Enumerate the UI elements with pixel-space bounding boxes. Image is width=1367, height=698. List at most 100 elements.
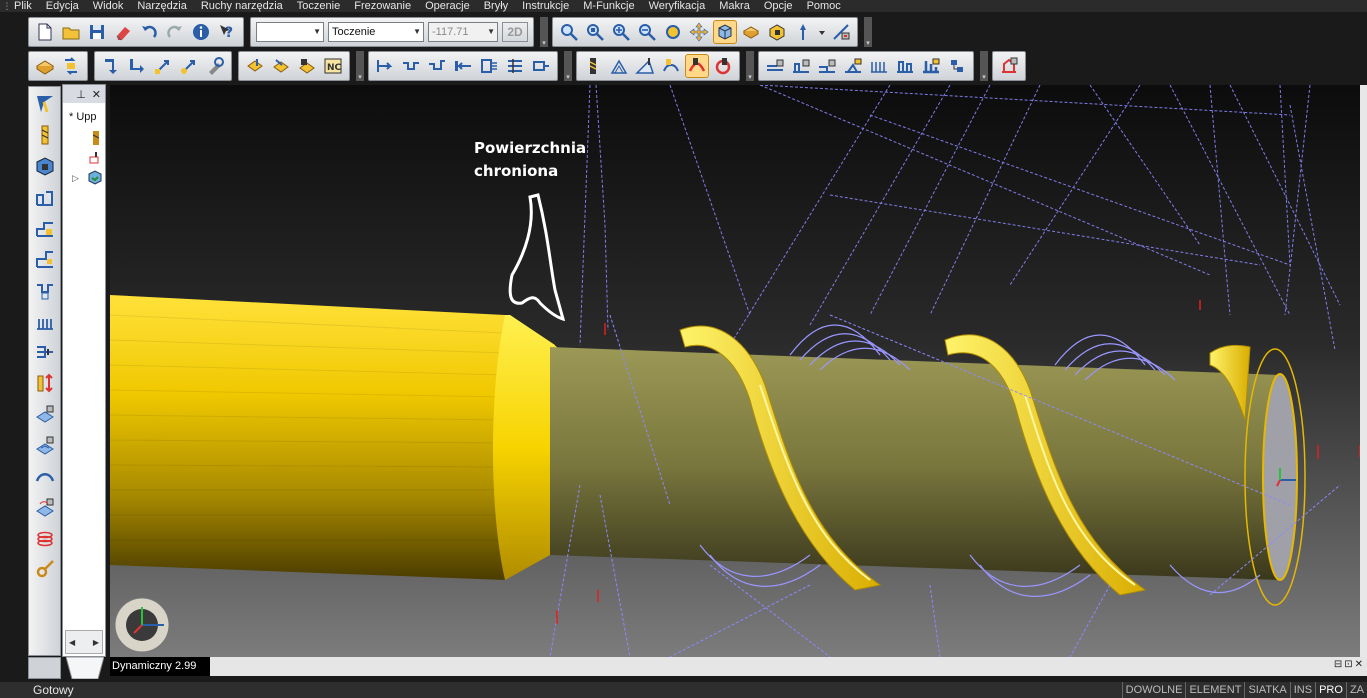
feed-right-icon[interactable] bbox=[125, 54, 149, 78]
menu-edycja[interactable]: Edycja bbox=[46, 0, 79, 12]
expand-chevron-icon[interactable]: ▷ bbox=[72, 173, 79, 184]
toolbar-overflow-icon[interactable]: ▾ bbox=[980, 51, 988, 81]
close-view-icon[interactable]: ✕ bbox=[1355, 659, 1363, 670]
axis-direction-icon[interactable] bbox=[791, 20, 815, 44]
tree-tab-label[interactable]: * Upp bbox=[69, 111, 105, 123]
status-cell-siatka[interactable]: SIATKA bbox=[1244, 682, 1289, 698]
menu-widok[interactable]: Widok bbox=[93, 0, 124, 12]
viewport-3d[interactable]: Powierzchnia chroniona bbox=[110, 85, 1360, 657]
contour-mill-icon[interactable] bbox=[659, 54, 683, 78]
view-orientation-widget[interactable] bbox=[114, 597, 170, 653]
bore-turn-icon[interactable] bbox=[30, 338, 60, 366]
simulation-step-6-icon[interactable] bbox=[893, 54, 917, 78]
toolbar-overflow-icon[interactable]: ▾ bbox=[864, 17, 872, 47]
status-cell-dowolne[interactable]: DOWOLNE bbox=[1121, 682, 1186, 698]
longitudinal-turning-icon[interactable] bbox=[373, 54, 397, 78]
rotary-mill-icon[interactable] bbox=[711, 54, 735, 78]
mill-arc-icon[interactable] bbox=[30, 462, 60, 490]
status-cell-pro[interactable]: PRO bbox=[1315, 682, 1346, 698]
menu-instrukcje[interactable]: Instrukcje bbox=[522, 0, 569, 12]
roughing-cycle-icon[interactable] bbox=[269, 54, 293, 78]
drilling-cycle-icon[interactable] bbox=[503, 54, 527, 78]
info-icon[interactable] bbox=[189, 20, 213, 44]
operation-node-icon[interactable] bbox=[88, 151, 102, 165]
open-folder-icon[interactable] bbox=[59, 20, 83, 44]
simulation-step-5-icon[interactable] bbox=[867, 54, 891, 78]
tool-change-icon[interactable] bbox=[203, 54, 227, 78]
finishing-cycle-icon[interactable] bbox=[295, 54, 319, 78]
menu-toczenie[interactable]: Toczenie bbox=[297, 0, 340, 12]
scroll-right-icon[interactable]: ▶ bbox=[93, 638, 99, 647]
menu-narzedzia[interactable]: Narzędzia bbox=[137, 0, 187, 12]
pan-view-icon[interactable] bbox=[687, 20, 711, 44]
face-mill-icon[interactable] bbox=[607, 54, 631, 78]
step-turn-icon[interactable] bbox=[30, 214, 60, 242]
export-nc-icon[interactable] bbox=[997, 54, 1021, 78]
shaded-view-icon[interactable] bbox=[713, 20, 737, 44]
zoom-fit-icon[interactable] bbox=[583, 20, 607, 44]
menu-pomoc[interactable]: Pomoc bbox=[807, 0, 841, 12]
thread-turn-icon[interactable] bbox=[30, 307, 60, 335]
pocket-mill-icon[interactable] bbox=[633, 54, 657, 78]
nc-program-icon[interactable]: NC bbox=[321, 54, 345, 78]
toolbar-overflow-icon[interactable]: ▾ bbox=[540, 17, 548, 47]
toolbar-overflow-icon[interactable]: ▾ bbox=[564, 51, 572, 81]
groove-cycle-icon[interactable] bbox=[399, 54, 423, 78]
spiral-mill-icon[interactable] bbox=[685, 54, 709, 78]
status-cell-ins[interactable]: INS bbox=[1289, 682, 1315, 698]
zoom-in-icon[interactable] bbox=[609, 20, 633, 44]
mill-helix-icon[interactable] bbox=[30, 493, 60, 521]
tile-view-icon[interactable]: ⊡ bbox=[1344, 659, 1352, 670]
tree-horizontal-scrollbar[interactable]: ◀ ▶ bbox=[65, 630, 103, 654]
cutoff-cycle-icon[interactable] bbox=[529, 54, 553, 78]
menu-plik[interactable]: Plik bbox=[14, 0, 32, 12]
menu-operacje[interactable]: Operacje bbox=[425, 0, 470, 12]
measure-view-icon[interactable] bbox=[829, 20, 853, 44]
help-pointer-icon[interactable]: ? bbox=[215, 20, 239, 44]
menu-frezowanie[interactable]: Frezowanie bbox=[354, 0, 411, 12]
drill-tool-icon[interactable] bbox=[30, 121, 60, 149]
contour-turning-icon[interactable] bbox=[425, 54, 449, 78]
simulation-step-4-icon[interactable] bbox=[841, 54, 865, 78]
pin-icon[interactable]: ⊥ bbox=[76, 88, 86, 101]
simulation-step-7-icon[interactable] bbox=[919, 54, 943, 78]
face-groove-icon[interactable] bbox=[451, 54, 475, 78]
menu-ruchy-narzedzia[interactable]: Ruchy narzędzia bbox=[201, 0, 283, 12]
menu-weryfikacja[interactable]: Weryfikacja bbox=[649, 0, 706, 12]
menu-bryly[interactable]: Bryły bbox=[484, 0, 508, 12]
solid-view-icon[interactable] bbox=[739, 20, 763, 44]
simulation-step-8-icon[interactable] bbox=[945, 54, 969, 78]
facing-cycle-icon[interactable] bbox=[243, 54, 267, 78]
engrave-icon[interactable] bbox=[30, 555, 60, 583]
save-icon[interactable] bbox=[85, 20, 109, 44]
mill-spiral-icon[interactable] bbox=[30, 524, 60, 552]
contour-turn-icon[interactable] bbox=[30, 245, 60, 273]
eraser-icon[interactable] bbox=[111, 20, 135, 44]
status-cell-za[interactable]: ZA bbox=[1345, 682, 1367, 698]
solid-node-icon[interactable] bbox=[87, 169, 103, 185]
tool-retract-icon[interactable] bbox=[177, 54, 201, 78]
end-mill-icon[interactable] bbox=[581, 54, 605, 78]
zoom-out-icon[interactable] bbox=[635, 20, 659, 44]
menu-m-funkcje[interactable]: M-Funkcje bbox=[583, 0, 634, 12]
redo-icon[interactable] bbox=[163, 20, 187, 44]
workpiece-3d-icon[interactable] bbox=[30, 152, 60, 180]
mode-combo[interactable]: Toczenie ▼ bbox=[328, 22, 424, 42]
coordinate-combo[interactable]: -117.71 ▼ bbox=[428, 22, 498, 42]
menu-opcje[interactable]: Opcje bbox=[764, 0, 793, 12]
undo-icon[interactable] bbox=[137, 20, 161, 44]
simulation-step-2-icon[interactable] bbox=[789, 54, 813, 78]
tree-bottom-tab[interactable] bbox=[65, 656, 105, 680]
mill-pocket-icon[interactable] bbox=[30, 431, 60, 459]
groove-turn-icon[interactable] bbox=[30, 276, 60, 304]
simulation-step-3-icon[interactable] bbox=[815, 54, 839, 78]
empty-combo[interactable]: ▼ bbox=[256, 22, 324, 42]
close-icon[interactable]: ✕ bbox=[92, 88, 101, 101]
rapid-down-icon[interactable] bbox=[99, 54, 123, 78]
menu-makra[interactable]: Makra bbox=[719, 0, 750, 12]
thread-cycle-icon[interactable] bbox=[477, 54, 501, 78]
dropdown-arrow-icon[interactable] bbox=[817, 20, 827, 44]
simulation-step-1-icon[interactable] bbox=[763, 54, 787, 78]
tool-node-icon[interactable] bbox=[90, 131, 102, 147]
mill-plane-icon[interactable] bbox=[30, 400, 60, 428]
